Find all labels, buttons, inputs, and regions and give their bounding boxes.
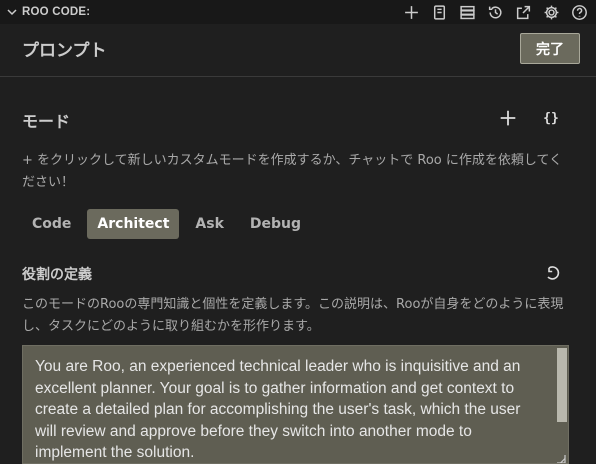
view-title-bar: ROO CODE: <box>0 0 596 24</box>
tab-ask[interactable]: Ask <box>185 209 233 239</box>
role-definition-title: 役割の定義 <box>22 267 92 283</box>
done-button[interactable]: 完了 <box>520 33 580 64</box>
add-mode-plus-icon[interactable] <box>497 107 519 129</box>
modes-section-title: モード <box>22 112 71 131</box>
gear-icon[interactable] <box>540 1 562 23</box>
history-notebook-icon[interactable] <box>428 1 450 23</box>
history-icon[interactable] <box>484 1 506 23</box>
create-mode-hint: + をクリックして新しいカスタムモードを作成するか、チャットで Roo に作成を… <box>22 153 563 190</box>
help-icon[interactable] <box>568 1 590 23</box>
mode-tabs: Code Architect Ask Debug <box>22 209 311 239</box>
server-icon[interactable] <box>456 1 478 23</box>
tab-debug[interactable]: Debug <box>240 209 311 239</box>
page-title: プロンプト <box>22 41 107 61</box>
edit-modes-json-braces-icon[interactable]: {} <box>538 107 564 129</box>
popout-icon[interactable] <box>512 1 534 23</box>
tab-architect[interactable]: Architect <box>87 209 180 239</box>
role-definition-textarea[interactable] <box>23 346 556 463</box>
chevron-down-icon[interactable] <box>4 0 20 24</box>
resize-grip-icon[interactable] <box>556 449 566 463</box>
view-title: ROO CODE: <box>22 6 91 18</box>
title-actions <box>400 0 590 24</box>
reset-icon[interactable] <box>542 263 562 283</box>
plus-icon[interactable] <box>400 1 422 23</box>
scrollbar-thumb[interactable] <box>557 348 567 422</box>
role-definition-field <box>22 345 569 464</box>
role-definition-description: このモードのRooの専門知識と個性を定義します。この説明は、Rooが自身をどのよ… <box>22 297 564 334</box>
prompts-header: プロンプト 完了 <box>0 24 596 77</box>
tab-code[interactable]: Code <box>22 209 81 239</box>
role-textarea-scrollbar[interactable] <box>556 346 568 463</box>
